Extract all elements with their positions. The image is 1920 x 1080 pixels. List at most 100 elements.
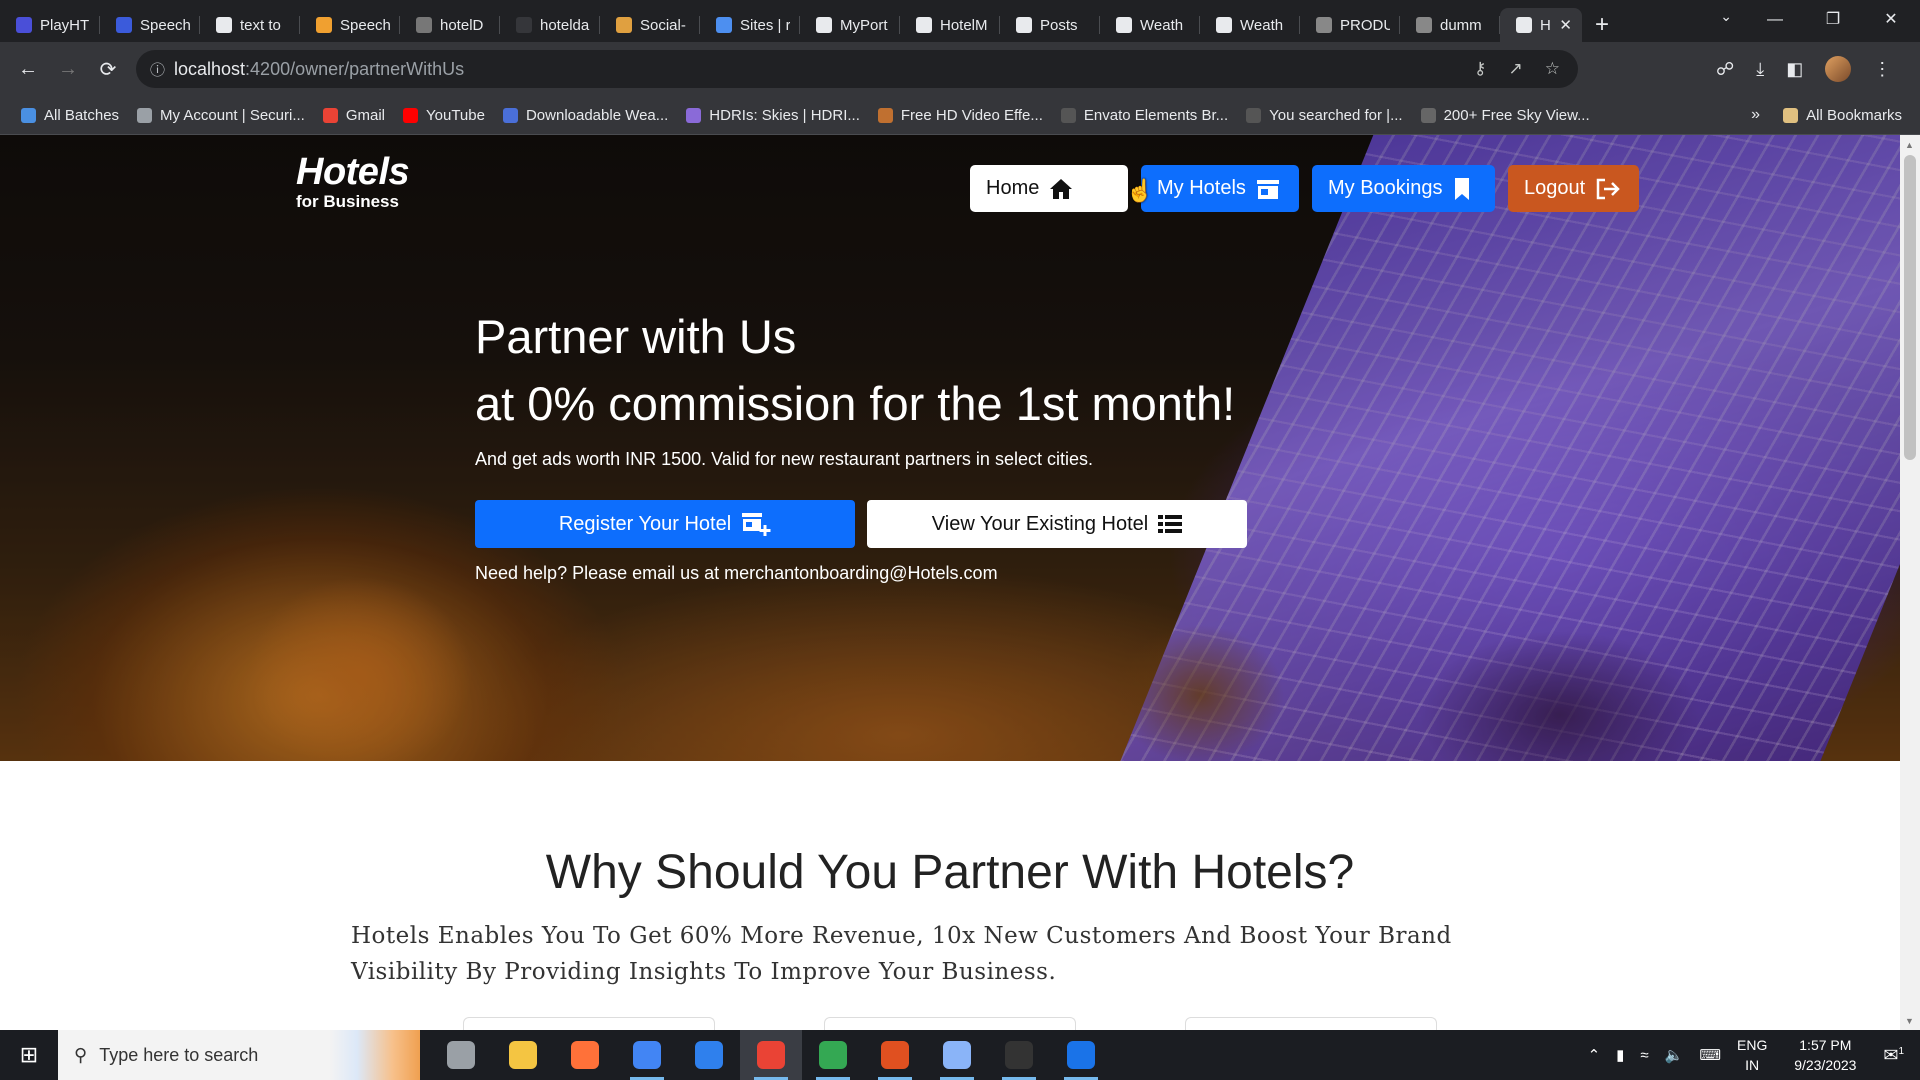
browser-tab[interactable]: MyPort <box>800 8 900 42</box>
bookmark-item[interactable]: Free HD Video Effe... <box>869 107 1052 124</box>
forward-icon[interactable]: → <box>48 58 88 81</box>
view-existing-hotel-button[interactable]: View Your Existing Hotel <box>867 500 1247 548</box>
brand-logo[interactable]: Hotels for Business <box>296 151 410 212</box>
browser-tab[interactable]: Social- <box>600 8 700 42</box>
bookmark-star-icon[interactable]: ☆ <box>1545 59 1560 79</box>
tab-close-icon[interactable]: ✕ <box>1559 16 1572 34</box>
tab-label: Social- <box>640 16 686 34</box>
bookmark-label: All Batches <box>44 106 120 124</box>
bookmark-item[interactable]: My Account | Securi... <box>128 107 314 124</box>
chrome-app-2[interactable] <box>740 1030 802 1080</box>
notes-app[interactable] <box>926 1030 988 1080</box>
firefox-icon <box>571 1041 599 1069</box>
taskbar-clock[interactable]: 1:57 PM 9/23/2023 <box>1783 1035 1867 1075</box>
tab-favicon-icon <box>1116 17 1132 33</box>
chrome-2-icon <box>757 1041 785 1069</box>
browser-tab[interactable]: PRODU <box>1300 8 1400 42</box>
vscode-app[interactable] <box>678 1030 740 1080</box>
obs-app[interactable] <box>864 1030 926 1080</box>
side-panel-icon[interactable]: ◧ <box>1786 59 1803 80</box>
volume-icon[interactable]: 🔈 <box>1665 1046 1684 1064</box>
key-icon[interactable]: ⚷ <box>1474 59 1486 79</box>
bookmark-favicon-icon <box>877 107 893 123</box>
nav-logout-button[interactable]: Logout <box>1508 165 1639 212</box>
back-icon[interactable]: ← <box>8 58 48 81</box>
minimize-icon[interactable]: — <box>1746 0 1804 40</box>
keyboard-icon[interactable]: ⌨ <box>1699 1046 1721 1064</box>
browser-tab[interactable]: Weath <box>1200 8 1300 42</box>
settings-app[interactable] <box>430 1030 492 1080</box>
bookmark-favicon-icon <box>322 107 338 123</box>
notification-center-icon[interactable]: ✉1 <box>1883 1045 1904 1066</box>
browser-tab[interactable]: Hot ✕ <box>1500 8 1582 42</box>
windows-start-icon[interactable]: ⊞ <box>0 1042 58 1068</box>
browser-tab[interactable]: Weath <box>1100 8 1200 42</box>
nav-my-hotels-button[interactable]: My Hotels <box>1141 165 1299 212</box>
tray-overflow-icon[interactable]: ⌃ <box>1588 1046 1601 1064</box>
share-icon[interactable]: ↗ <box>1509 59 1523 79</box>
bookmark-item[interactable]: HDRIs: Skies | HDRI... <box>677 107 869 124</box>
tab-label: Weath <box>1140 16 1184 34</box>
nav-home-button[interactable]: Home <box>970 165 1128 212</box>
browser-tab[interactable]: hotelda <box>500 8 600 42</box>
system-tray: ⌃ ▮ ≈ 🔈 ⌨ ENG IN 1:57 PM 9/23/2023 ✉1 <box>1588 1030 1920 1080</box>
browser-tab[interactable]: HotelM <box>900 8 1000 42</box>
file-explorer-app[interactable] <box>492 1030 554 1080</box>
bookmark-item[interactable]: Envato Elements Br... <box>1052 107 1237 124</box>
terminal-app[interactable] <box>988 1030 1050 1080</box>
browser-tab[interactable]: Speech <box>100 8 200 42</box>
scroll-down-icon[interactable]: ▼ <box>1905 1016 1914 1026</box>
restore-icon[interactable]: ❐ <box>1804 0 1862 40</box>
reload-icon[interactable]: ⟳ <box>88 57 128 82</box>
chrome-app-3[interactable] <box>802 1030 864 1080</box>
scrollbar-thumb[interactable] <box>1904 155 1916 460</box>
browser-tab[interactable]: hotelD <box>400 8 500 42</box>
bookmark-item[interactable]: You searched for |... <box>1237 107 1411 124</box>
more-bookmarks-icon[interactable]: » <box>1751 96 1760 134</box>
bookmark-item[interactable]: Downloadable Wea... <box>494 107 677 124</box>
browser-tab[interactable]: dumm <box>1400 8 1500 42</box>
taskbar-search-box[interactable]: ⚲ Type here to search <box>58 1030 420 1080</box>
hero-headline: Partner with Us at 0% commission for the… <box>475 303 1235 437</box>
tab-label: HotelM <box>940 16 988 34</box>
menu-kebab-icon[interactable]: ⋮ <box>1873 59 1891 80</box>
wifi-icon[interactable]: ≈ <box>1640 1047 1648 1064</box>
bookmark-favicon-icon <box>21 107 36 123</box>
firefox-app[interactable] <box>554 1030 616 1080</box>
list-icon <box>1158 515 1183 533</box>
language-indicator[interactable]: ENG IN <box>1737 1035 1767 1075</box>
all-bookmarks-label: All Bookmarks <box>1806 106 1902 124</box>
bookmark-item[interactable]: All Batches <box>12 107 128 124</box>
window-controls: — ❐ ✕ <box>1746 0 1920 40</box>
scroll-up-icon[interactable]: ▲ <box>1905 140 1914 150</box>
tab-search-icon[interactable]: ⌄ <box>1720 8 1732 25</box>
chrome-app-1[interactable] <box>616 1030 678 1080</box>
bookmark-item[interactable]: YouTube <box>394 107 494 124</box>
browser-tab[interactable]: PlayHT <box>0 8 100 42</box>
media-app[interactable] <box>1050 1030 1112 1080</box>
download-icon[interactable]: ⤓ <box>1756 59 1764 80</box>
address-bar[interactable]: ⓘ localhost:4200/owner/partnerWithUs ⚷ ↗… <box>136 50 1578 88</box>
tab-favicon-icon <box>1416 17 1432 33</box>
site-info-icon[interactable]: ⓘ <box>150 59 174 80</box>
bookmark-label: My Account | Securi... <box>160 106 305 124</box>
browser-tab[interactable]: Sites | r <box>700 8 800 42</box>
browser-tab[interactable]: text to <box>200 8 300 42</box>
register-hotel-button[interactable]: Register Your Hotel <box>475 500 855 548</box>
bookmark-item[interactable]: Gmail <box>314 107 394 124</box>
bookmark-favicon-icon <box>137 107 153 123</box>
browser-tab[interactable]: Posts <box>1000 8 1100 42</box>
battery-icon[interactable]: ▮ <box>1616 1046 1624 1064</box>
new-tab-button[interactable]: + <box>1582 8 1622 42</box>
bookmark-item[interactable]: 200+ Free Sky View... <box>1412 107 1599 124</box>
browser-tab[interactable]: Speech <box>300 8 400 42</box>
page-scrollbar[interactable]: ▲ ▼ <box>1900 135 1920 1030</box>
profile-avatar[interactable] <box>1825 56 1852 82</box>
media-icon <box>1067 1041 1095 1069</box>
browser-toolbar: ← → ⟳ ⓘ localhost:4200/owner/partnerWith… <box>0 42 1920 96</box>
close-window-icon[interactable]: ✕ <box>1862 0 1920 40</box>
nav-my-bookings-button[interactable]: My Bookings <box>1312 165 1495 212</box>
extensions-icon[interactable]: ☍ <box>1716 59 1734 80</box>
brand-subtitle: for Business <box>296 192 399 211</box>
all-bookmarks-button[interactable]: All Bookmarks <box>1783 96 1902 134</box>
